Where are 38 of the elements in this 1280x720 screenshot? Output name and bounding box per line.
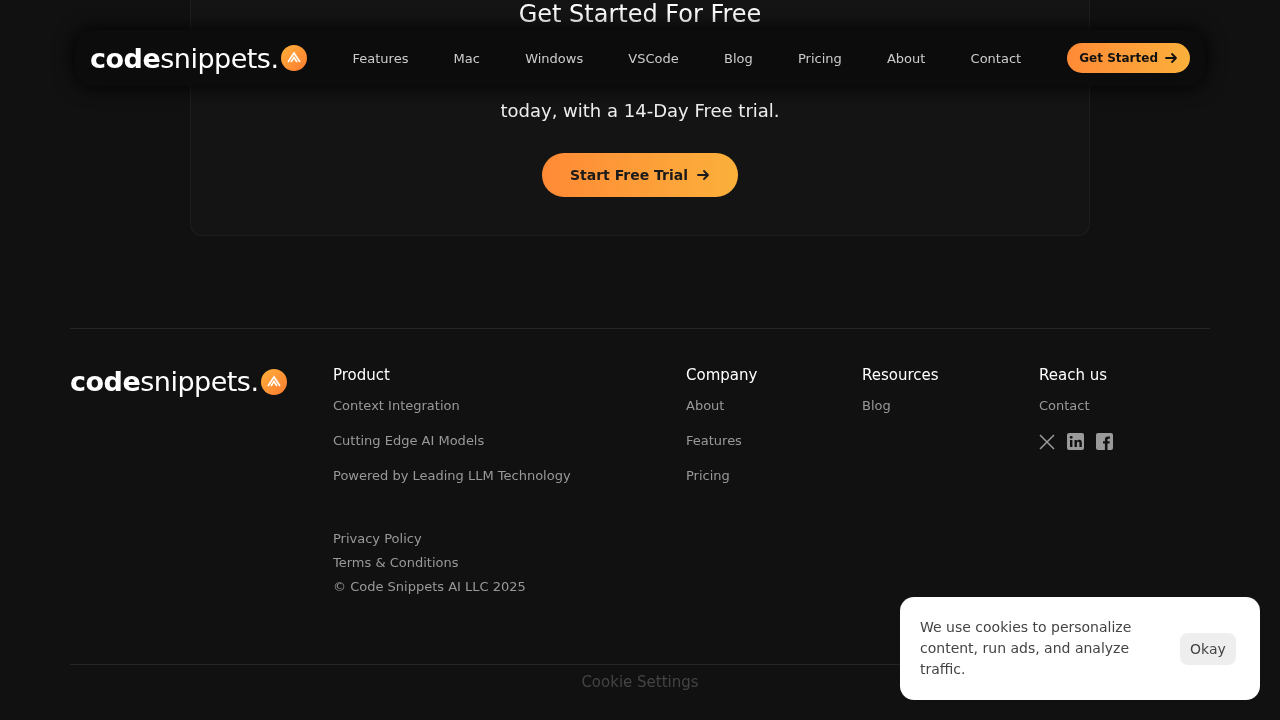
legal-link[interactable]: Terms & Conditions [333,555,686,570]
legal-link[interactable]: Privacy Policy [333,531,686,546]
nav-link[interactable]: Windows [525,50,584,66]
footer-link[interactable]: Features [686,433,862,448]
footer-link[interactable]: Cutting Edge AI Models [333,433,686,448]
nav-link[interactable]: About [886,50,926,66]
logo-icon [260,368,287,395]
footer-link[interactable]: Contact [1039,398,1210,413]
arrow-right-icon [1164,51,1178,65]
cta-heading: Get Started For Free [518,0,762,28]
nav-link[interactable]: Pricing [797,50,842,66]
footer-link[interactable]: Blog [862,398,1039,413]
footer-link[interactable]: Powered by Leading LLM Technology [333,468,686,483]
column-heading: Product [333,366,391,384]
nav-link[interactable]: Blog [724,50,753,66]
footer-logo[interactable]: codesnippets. [70,366,259,397]
start-trial-button[interactable]: Start Free Trial [541,153,739,197]
x-logo-icon[interactable] [1039,433,1055,450]
okay-button[interactable]: Okay [1180,632,1236,665]
cta-subtitle: today, with a 14-Day Free trial. [500,100,780,121]
copyright-text: © Code Snippets AI LLC 2025 [333,579,527,594]
column-heading: Company [686,366,759,384]
get-started-button[interactable]: Get Started [1067,43,1190,73]
cookie-message: We use cookies to personalize content, run ads, and analyze traffic. [920,618,1133,679]
facebook-icon[interactable] [1096,433,1113,450]
arrow-right-icon [696,168,711,182]
column-heading: Resources [862,366,940,384]
footer-link[interactable]: Pricing [686,468,862,483]
nav-link[interactable]: Features [352,50,409,66]
footer-link[interactable]: About [686,398,862,413]
footer-link[interactable]: Context Integration [333,398,686,413]
site-logo[interactable]: codesnippets. [90,42,279,74]
logo-icon [280,45,307,71]
nav-link[interactable]: Mac [453,50,480,66]
linkedin-icon[interactable] [1067,433,1084,450]
column-heading: Reach us [1039,366,1108,384]
nav-link[interactable]: VSCode [628,50,679,66]
nav-link[interactable]: Contact [970,50,1022,66]
